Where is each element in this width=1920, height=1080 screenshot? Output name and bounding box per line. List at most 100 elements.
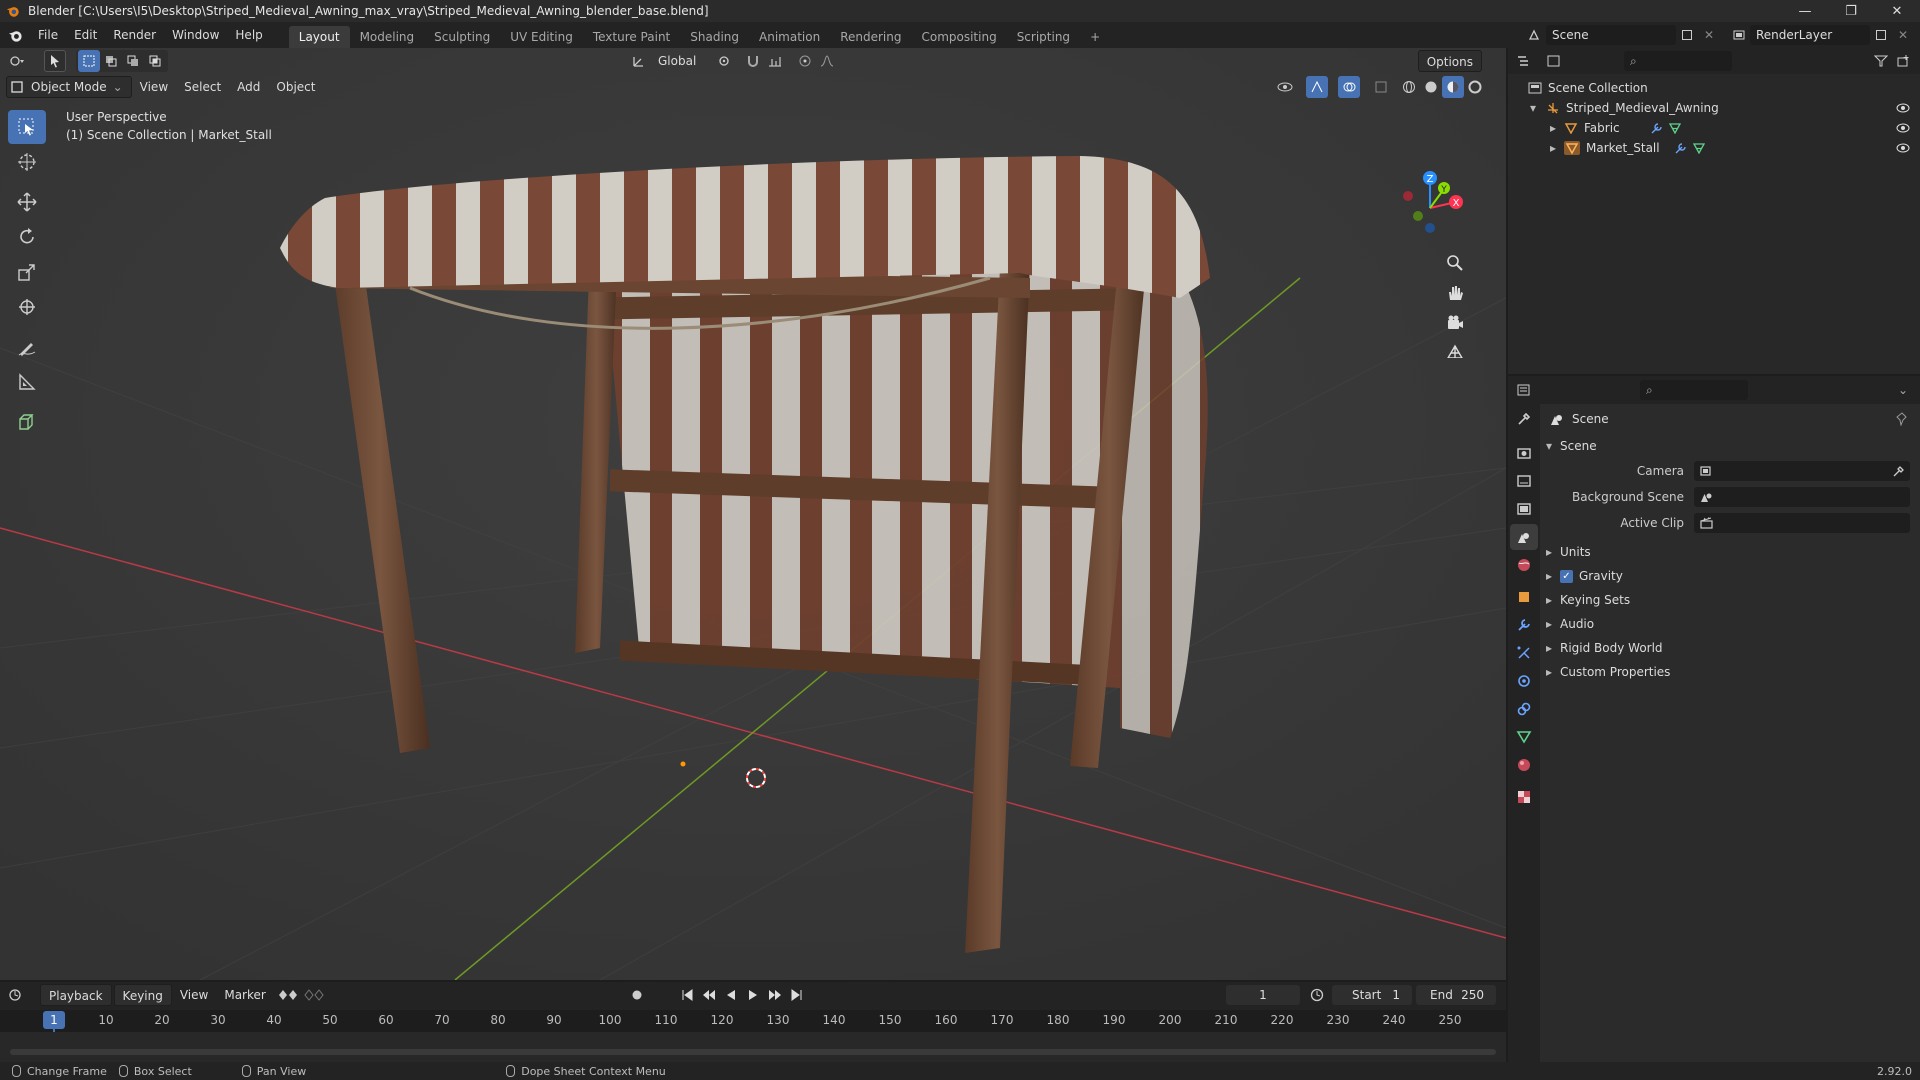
menu-window[interactable]: Window [164,22,227,48]
3d-viewport[interactable]: Global Options Object Mode ⌄ View Select… [0,48,1506,980]
expand-right-icon[interactable]: ▸ [1544,593,1560,607]
outliner-object-fabric[interactable]: ▸ Fabric [1508,118,1920,138]
expand-right-icon[interactable]: ▸ [1550,121,1564,135]
tab-particles[interactable] [1510,640,1538,666]
neg-z-axis-icon[interactable] [1425,223,1435,233]
tool-add-cube[interactable] [8,405,46,439]
shading-material-icon[interactable] [1442,76,1464,98]
auto-keying-icon[interactable] [626,984,648,1006]
tool-move[interactable] [8,185,46,219]
tab-world[interactable] [1510,552,1538,578]
panel-gravity[interactable]: ▸ ✓ Gravity [1544,564,1920,588]
tab-scripting[interactable]: Scripting [1007,26,1080,48]
panel-custom-properties[interactable]: ▸ Custom Properties [1544,660,1920,684]
frame-end-field[interactable]: End 250 [1416,985,1496,1005]
tab-render[interactable] [1510,440,1538,466]
shading-wireframe-icon[interactable] [1398,76,1420,98]
tool-rotate[interactable] [8,220,46,254]
tab-physics[interactable] [1510,668,1538,694]
ortho-grid-icon[interactable] [1447,344,1463,358]
tool-transform[interactable] [8,290,46,324]
tab-texture[interactable] [1510,784,1538,810]
mode-extend-icon[interactable] [100,50,122,72]
tool-annotate[interactable] [8,330,46,364]
options-dropdown[interactable]: Options [1417,50,1482,72]
tab-sculpting[interactable]: Sculpting [424,26,500,48]
delete-view-layer-icon[interactable]: ✕ [1892,24,1914,46]
timeline-menu-playback[interactable]: Playback [40,984,112,1006]
expand-right-icon[interactable]: ▸ [1544,617,1560,631]
new-view-layer-icon[interactable] [1870,24,1892,46]
transform-orientation-dropdown[interactable]: Global [650,50,710,72]
keyframe-icon[interactable] [278,984,300,1006]
background-scene-field[interactable] [1694,487,1910,507]
maximize-button[interactable]: ❐ [1828,0,1874,22]
view-layer-field[interactable]: RenderLayer [1750,25,1870,45]
modifier-wrench-icon[interactable] [1674,142,1688,154]
mesh-data-icon[interactable] [1668,122,1682,134]
pin-icon[interactable] [1896,412,1908,426]
proportional-edit-icon[interactable] [794,50,816,72]
tool-scale[interactable] [8,255,46,289]
panel-units[interactable]: ▸ Units [1544,540,1920,564]
gravity-checkbox[interactable]: ✓ [1560,569,1573,583]
properties-search-input[interactable]: ⌕ [1640,380,1748,400]
visibility-eye-icon[interactable] [1896,123,1910,133]
delete-scene-icon[interactable]: ✕ [1698,24,1720,46]
shading-solid-icon[interactable] [1420,76,1442,98]
tab-texture-paint[interactable]: Texture Paint [583,26,680,48]
close-button[interactable]: ✕ [1874,0,1920,22]
snap-target-icon[interactable] [764,50,786,72]
timeline-menu-keying[interactable]: Keying [113,984,172,1006]
scene-name-field[interactable]: Scene [1546,25,1676,45]
tool-select-box[interactable] [8,110,46,144]
neg-x-axis-icon[interactable] [1403,191,1413,201]
frame-start-field[interactable]: Start 1 [1332,985,1412,1005]
timeline-menu-view[interactable]: View [172,984,216,1006]
play-reverse-icon[interactable] [720,984,742,1006]
view-layer-browse-icon[interactable] [1728,24,1750,46]
playhead[interactable]: 1 [43,1011,65,1029]
xray-toggle-icon[interactable] [1370,76,1392,98]
tab-output[interactable] [1510,468,1538,494]
minimize-button[interactable]: — [1782,0,1828,22]
falloff-icon[interactable] [816,50,838,72]
mode-set-icon[interactable] [78,50,100,72]
chevron-down-icon[interactable]: ⌄ [1898,383,1908,397]
timeline-scrollbar[interactable] [10,1049,1496,1055]
outliner-object-market-stall[interactable]: ▸ Market_Stall [1508,138,1920,158]
new-collection-icon[interactable] [1892,50,1914,72]
select-tool-icon[interactable] [44,50,66,72]
pivot-point-icon[interactable] [714,50,736,72]
tab-constraints[interactable] [1510,696,1538,722]
panel-audio[interactable]: ▸ Audio [1544,612,1920,636]
menu-edit[interactable]: Edit [66,22,105,48]
preview-range-icon[interactable] [1306,984,1328,1006]
tab-modeling[interactable]: Modeling [350,26,425,48]
properties-editor-type-icon[interactable] [1514,379,1536,401]
menu-help[interactable]: Help [227,22,270,48]
display-mode-icon[interactable] [1544,50,1566,72]
panel-keying-sets[interactable]: ▸ Keying Sets [1544,588,1920,612]
snap-icon[interactable] [742,50,764,72]
expand-right-icon[interactable]: ▸ [1544,545,1560,559]
tab-rendering[interactable]: Rendering [830,26,911,48]
axis-orientation-gizmo[interactable]: Z X Y [1403,171,1463,233]
mesh-data-icon[interactable] [1692,142,1706,154]
active-clip-field[interactable] [1694,513,1910,533]
viewport-menu-add[interactable]: Add [229,76,268,98]
tab-tool[interactable] [1510,406,1538,432]
neg-y-axis-icon[interactable] [1413,211,1423,221]
keying-set-icon[interactable] [304,984,326,1006]
timeline-ruler[interactable]: 1102030405060708090100110120130140150160… [0,1010,1506,1061]
blender-menu-button[interactable] [0,28,30,43]
menu-file[interactable]: File [30,22,66,48]
tab-view-layer[interactable] [1510,496,1538,522]
tool-measure[interactable] [8,365,46,399]
tab-uv-editing[interactable]: UV Editing [500,26,583,48]
outliner-scene-collection[interactable]: Scene Collection [1508,78,1920,98]
timeline-body[interactable] [0,1032,1506,1062]
tab-object[interactable] [1510,584,1538,610]
outliner-collection-row[interactable]: ▾ Striped_Medieval_Awning [1508,98,1920,118]
scene-browse-icon[interactable] [1524,24,1546,46]
